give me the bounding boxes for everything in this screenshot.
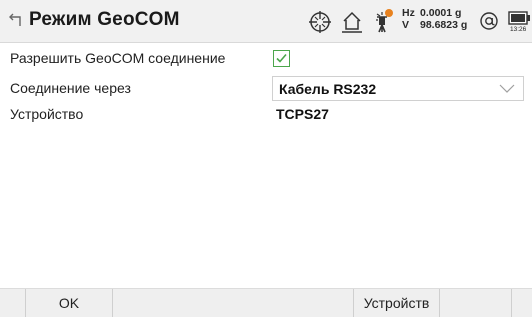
- checkmark-icon: [276, 53, 287, 63]
- clock-time: 13:26: [510, 26, 527, 33]
- softkey-edge-left: [0, 289, 26, 317]
- softkey-f4-device[interactable]: Устройств: [353, 289, 440, 317]
- device-value: TCPS27: [276, 106, 329, 122]
- title-bar: Режим GeoCOM Hz 0.0001 g V 98.6823 g 13:26: [0, 0, 532, 43]
- at-sign-icon[interactable]: [479, 10, 499, 32]
- connection-select[interactable]: Кабель RS232: [272, 76, 524, 101]
- crosshair-target-icon[interactable]: [309, 11, 331, 33]
- hz-label: Hz: [402, 7, 415, 19]
- home-level-icon[interactable]: [341, 10, 363, 34]
- laser-plummet-icon[interactable]: [373, 8, 395, 34]
- device-label: Устройство: [10, 106, 84, 122]
- connection-select-value: Кабель RS232: [279, 81, 377, 97]
- v-value: 98.6823 g: [420, 19, 468, 31]
- softkey-f1-ok[interactable]: OK: [26, 289, 113, 317]
- connection-label: Соединение через: [10, 80, 131, 96]
- softkey-f2-empty[interactable]: [113, 289, 353, 317]
- softkey-f6-empty[interactable]: [512, 289, 532, 317]
- page-title: Режим GeoCOM: [29, 9, 180, 30]
- chevron-down-icon: [499, 84, 515, 93]
- allow-geocom-label: Разрешить GeoCOM соединение: [10, 50, 226, 66]
- hz-value: 0.0001 g: [420, 7, 462, 19]
- softkey-f5-empty[interactable]: [440, 289, 512, 317]
- back-icon[interactable]: [8, 8, 26, 30]
- battery-icon: [508, 11, 530, 25]
- softkey-bar: OK Устройств: [0, 288, 532, 317]
- allow-geocom-checkbox[interactable]: [273, 50, 290, 67]
- v-label: V: [402, 19, 410, 31]
- angle-readout: Hz 0.0001 g V 98.6823 g: [402, 7, 468, 31]
